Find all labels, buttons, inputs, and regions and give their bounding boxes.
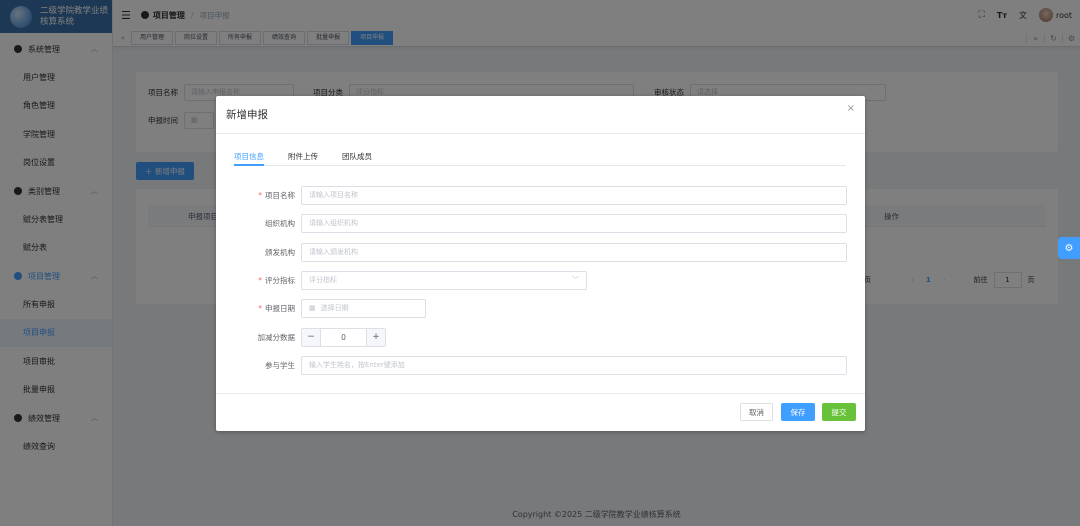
form-row-org: 组织机构 请输入组织机构: [216, 214, 865, 233]
cancel-button[interactable]: 取消: [740, 403, 773, 421]
increment-button[interactable]: +: [366, 329, 385, 346]
form-row-bonus: 加减分数据 − 0 +: [216, 328, 865, 347]
students-input[interactable]: 输入学生姓名，按Enter键添加: [301, 356, 847, 375]
calendar-icon: ▦: [309, 304, 316, 312]
form-row-project-name: * 项目名称 请输入项目名称: [216, 186, 865, 205]
form-row-indicator: * 评分指标 评分指标 ﹀: [216, 271, 865, 290]
org-input[interactable]: 请输入组织机构: [301, 214, 847, 233]
indicator-select[interactable]: 评分指标 ﹀: [301, 271, 587, 290]
submit-button[interactable]: 提交: [822, 403, 856, 421]
save-button[interactable]: 保存: [781, 403, 815, 421]
close-icon[interactable]: ×: [847, 103, 855, 114]
decrement-button[interactable]: −: [302, 329, 321, 346]
issuer-input[interactable]: 请输入颁发机构: [301, 243, 847, 262]
tab-project-info[interactable]: 项目信息: [234, 151, 264, 166]
date-picker[interactable]: ▦ 选择日期: [301, 299, 426, 318]
dialog-footer-divider: [216, 393, 865, 394]
dialog-tabs: 项目信息 附件上传 团队成员: [234, 151, 846, 166]
form-row-students: 参与学生 输入学生姓名，按Enter键添加: [216, 356, 865, 375]
dialog-header: 新增申报 ×: [216, 96, 865, 134]
bonus-stepper: − 0 +: [301, 328, 386, 347]
tab-attachments[interactable]: 附件上传: [288, 151, 318, 166]
gear-icon: ⚙: [1064, 242, 1074, 254]
form-row-date: * 申报日期 ▦ 选择日期: [216, 299, 865, 318]
bonus-value[interactable]: 0: [321, 329, 366, 346]
dialog-title: 新增申报: [226, 109, 268, 121]
project-name-input[interactable]: 请输入项目名称: [301, 186, 847, 205]
settings-float-button[interactable]: ⚙: [1058, 237, 1080, 259]
new-application-dialog: 新增申报 × 项目信息 附件上传 团队成员 * 项目名称 请输入项目名称 组织机构…: [216, 96, 865, 431]
chevron-down-icon: ﹀: [572, 276, 579, 284]
tab-team-members[interactable]: 团队成员: [342, 151, 372, 166]
form-row-issuer: 颁发机构 请输入颁发机构: [216, 243, 865, 262]
